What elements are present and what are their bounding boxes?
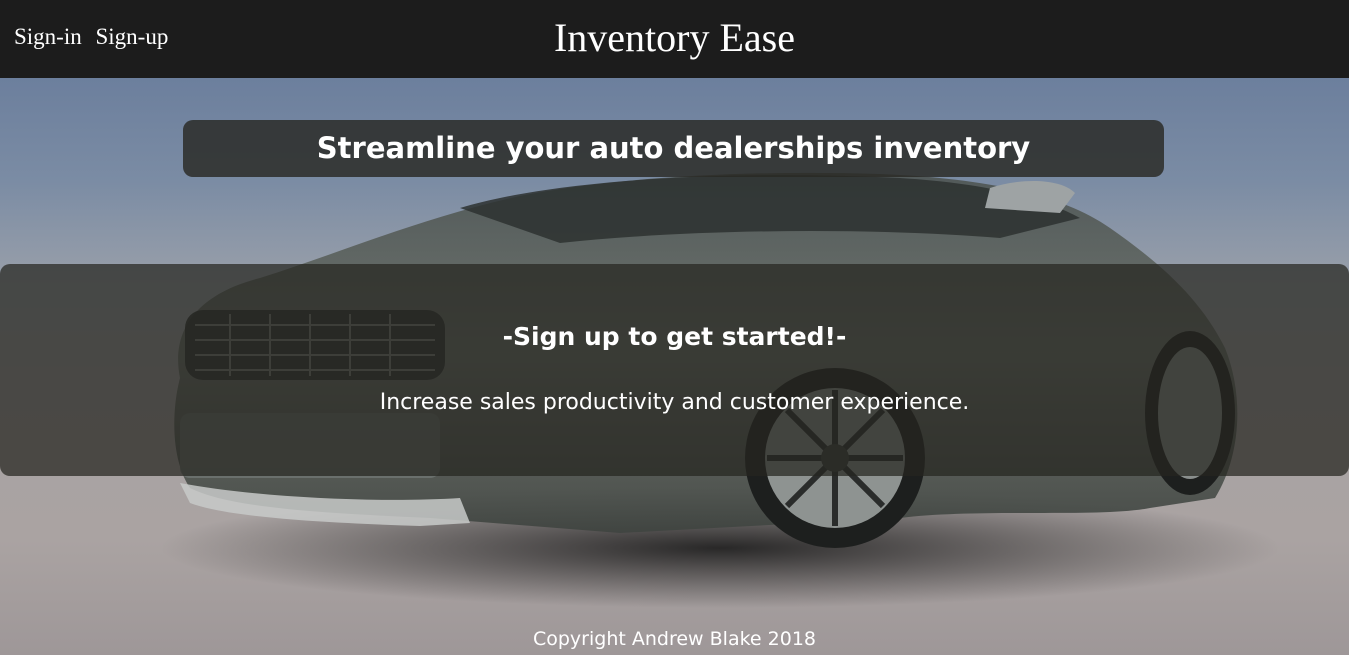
cta-panel: -Sign up to get started!- Increase sales… [0, 264, 1349, 476]
nav-links: Sign-in Sign-up [14, 24, 176, 50]
tagline-banner: Streamline your auto dealerships invento… [183, 120, 1164, 177]
sign-in-link[interactable]: Sign-in [14, 24, 82, 49]
brand-title: Inventory Ease [553, 15, 795, 60]
sign-up-link[interactable]: Sign-up [95, 24, 168, 49]
footer-copyright: Copyright Andrew Blake 2018 [532, 628, 816, 650]
header-bar: Sign-in Sign-up Inventory Ease [0, 0, 1349, 78]
cta-subtext: Increase sales productivity and customer… [379, 390, 970, 415]
cta-heading: -Sign up to get started!- [502, 322, 847, 351]
